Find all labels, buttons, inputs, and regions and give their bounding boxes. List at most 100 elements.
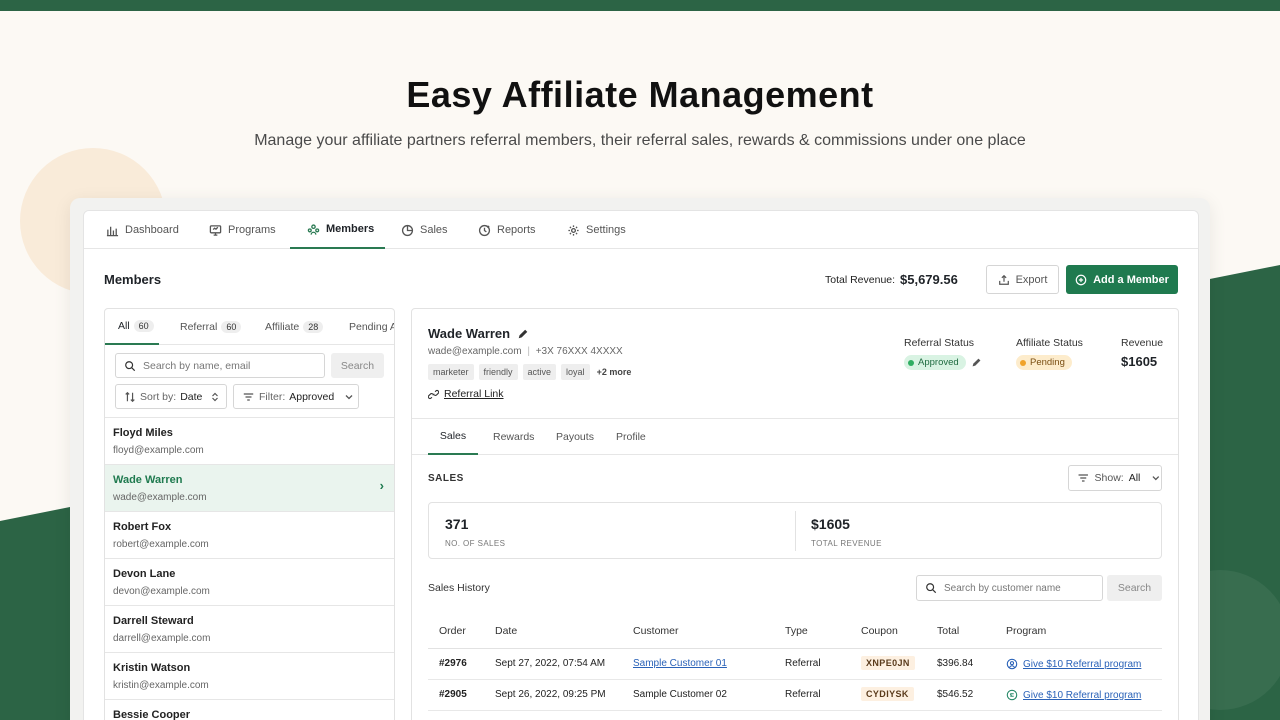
cell-program-link[interactable]: Give $10 Referral program (1006, 689, 1141, 701)
customer-search-input[interactable]: Search by customer name (916, 575, 1103, 601)
nav-tab-members[interactable]: Members (290, 211, 385, 249)
detail-tabs: Sales Rewards Payouts Profile (412, 418, 1178, 455)
member-filter-tabs: All 60 Referral 60 Affiliate 28 Pending … (105, 309, 394, 345)
cell-type: Referral (785, 689, 821, 700)
export-button-label: Export (1015, 273, 1048, 286)
col-date: Date (495, 625, 518, 637)
status-dot (908, 359, 914, 366)
tab-payouts[interactable]: Payouts (556, 419, 594, 455)
nav-tab-dashboard[interactable]: Dashboard (106, 211, 179, 249)
table-row[interactable]: #2905 Sept 26, 2022, 09:25 PM Sample Cus… (428, 680, 1162, 711)
updown-icon (212, 392, 219, 401)
total-revenue-value: $5,679.56 (900, 272, 958, 287)
member-email: devon@example.com (113, 586, 210, 597)
nav-tab-settings[interactable]: Settings (567, 211, 626, 249)
tab-sales[interactable]: Sales (428, 419, 478, 455)
filter-value: Approved (289, 390, 335, 403)
referral-status-label: Referral Status (904, 337, 975, 349)
plus-circle-icon (1075, 274, 1087, 285)
sort-prefix: Sort by: (140, 390, 177, 403)
table-row[interactable]: #2976 Sept 27, 2022, 07:54 AM Sample Cus… (428, 649, 1162, 680)
member-search-button[interactable]: Search (331, 353, 384, 378)
referral-status-badge: Approved (904, 355, 966, 370)
member-search-input[interactable]: Search by name, email (115, 353, 325, 378)
profile-email: wade@example.com (428, 346, 522, 357)
member-name: Bessie Cooper (113, 709, 191, 720)
profile-name-text: Wade Warren (428, 326, 511, 341)
referral-link-text: Referral Link (444, 388, 504, 400)
referral-link[interactable]: Referral Link (428, 388, 504, 400)
col-order: Order (439, 625, 466, 637)
member-email: floyd@example.com (113, 445, 204, 456)
tab-rewards[interactable]: Rewards (493, 419, 534, 455)
member-name: Kristin Watson (113, 662, 191, 674)
member-row[interactable]: Bessie Cooper (105, 699, 394, 720)
top-accent-bar (0, 0, 1280, 11)
gear-icon (568, 224, 579, 236)
referral-icon (1006, 689, 1018, 701)
member-name: Wade Warren (113, 474, 183, 486)
nav-tab-label: Programs (228, 224, 276, 236)
cell-total: $546.52 (937, 689, 974, 700)
member-row[interactable]: Robert Fox robert@example.com (105, 511, 394, 558)
tab-profile[interactable]: Profile (616, 419, 646, 455)
status-dot (1020, 359, 1026, 366)
member-row[interactable]: Devon Lane devon@example.com (105, 558, 394, 605)
sort-icon (125, 391, 135, 402)
tab-referral[interactable]: Referral 60 (180, 309, 242, 345)
cell-program-link[interactable]: Give $10 Referral program (1006, 658, 1141, 670)
member-row[interactable]: Darrell Steward darrell@example.com (105, 605, 394, 652)
customer-search-button[interactable]: Search (1107, 575, 1162, 601)
edit-pencil-icon[interactable] (971, 357, 982, 368)
col-program: Program (1006, 625, 1047, 637)
sort-dropdown[interactable]: Sort by: Date (115, 384, 227, 409)
export-button[interactable]: Export (986, 265, 1059, 294)
sales-heading: SALES (428, 473, 464, 484)
tab-pending[interactable]: Pending A (349, 309, 394, 345)
page-title: Members (104, 272, 162, 287)
tag: friendly (478, 364, 518, 380)
more-tags-link[interactable]: +2 more (597, 367, 632, 377)
add-member-button[interactable]: Add a Member (1066, 265, 1178, 294)
revenue-label: Revenue (1121, 337, 1164, 349)
affiliate-status-badge: Pending (1016, 355, 1072, 370)
member-detail-panel: Wade Warren wade@example.com | +3X 76XXX… (411, 308, 1179, 720)
col-total: Total (937, 625, 960, 637)
tab-all[interactable]: All 60 (105, 309, 159, 345)
user-circle-icon (1006, 658, 1018, 670)
cell-date: Sept 26, 2022, 09:25 PM (495, 689, 606, 700)
nav-tab-sales[interactable]: Sales (401, 211, 448, 249)
cell-coupon: CYDIYSK (861, 687, 914, 701)
show-value: All (1128, 472, 1141, 484)
filter-dropdown[interactable]: Filter: Approved (233, 384, 359, 409)
nav-tab-reports[interactable]: Reports (478, 211, 536, 249)
profile-tags: marketer friendly active loyal +2 more (428, 364, 631, 380)
member-name: Devon Lane (113, 568, 176, 580)
cell-customer-link[interactable]: Sample Customer 01 (633, 658, 727, 669)
member-row[interactable]: Kristin Watson kristin@example.com (105, 652, 394, 699)
cell-coupon: XNPE0JN (861, 656, 915, 670)
pie-chart-icon (401, 224, 414, 236)
search-placeholder: Search by customer name (944, 582, 1061, 594)
sales-history-title: Sales History (428, 582, 490, 594)
filter-icon (243, 392, 254, 401)
stat-sales-count: 371 (445, 516, 469, 532)
show-dropdown[interactable]: Show: All (1068, 465, 1162, 491)
tab-label: All (118, 320, 130, 332)
member-list-panel: All 60 Referral 60 Affiliate 28 Pending … (104, 308, 395, 720)
tab-affiliate[interactable]: Affiliate 28 (265, 309, 324, 345)
nav-tab-label: Members (326, 223, 375, 235)
cell-customer: Sample Customer 02 (633, 689, 727, 700)
member-row-selected[interactable]: Wade Warren wade@example.com › (105, 464, 394, 511)
cell-order: #2976 (439, 658, 467, 669)
search-icon (926, 583, 937, 594)
col-customer: Customer (633, 625, 679, 637)
member-name: Robert Fox (113, 521, 172, 533)
total-revenue-label: Total Revenue: (825, 274, 896, 286)
nav-tab-programs[interactable]: Programs (209, 211, 276, 249)
sales-table-header: Order Date Customer Type Coupon Total Pr… (428, 615, 1162, 649)
nav-tab-label: Dashboard (125, 224, 179, 236)
member-row[interactable]: Floyd Miles floyd@example.com (105, 417, 394, 464)
hero-subtitle: Manage your affiliate partners referral … (254, 132, 1026, 149)
edit-pencil-icon[interactable] (517, 328, 529, 340)
